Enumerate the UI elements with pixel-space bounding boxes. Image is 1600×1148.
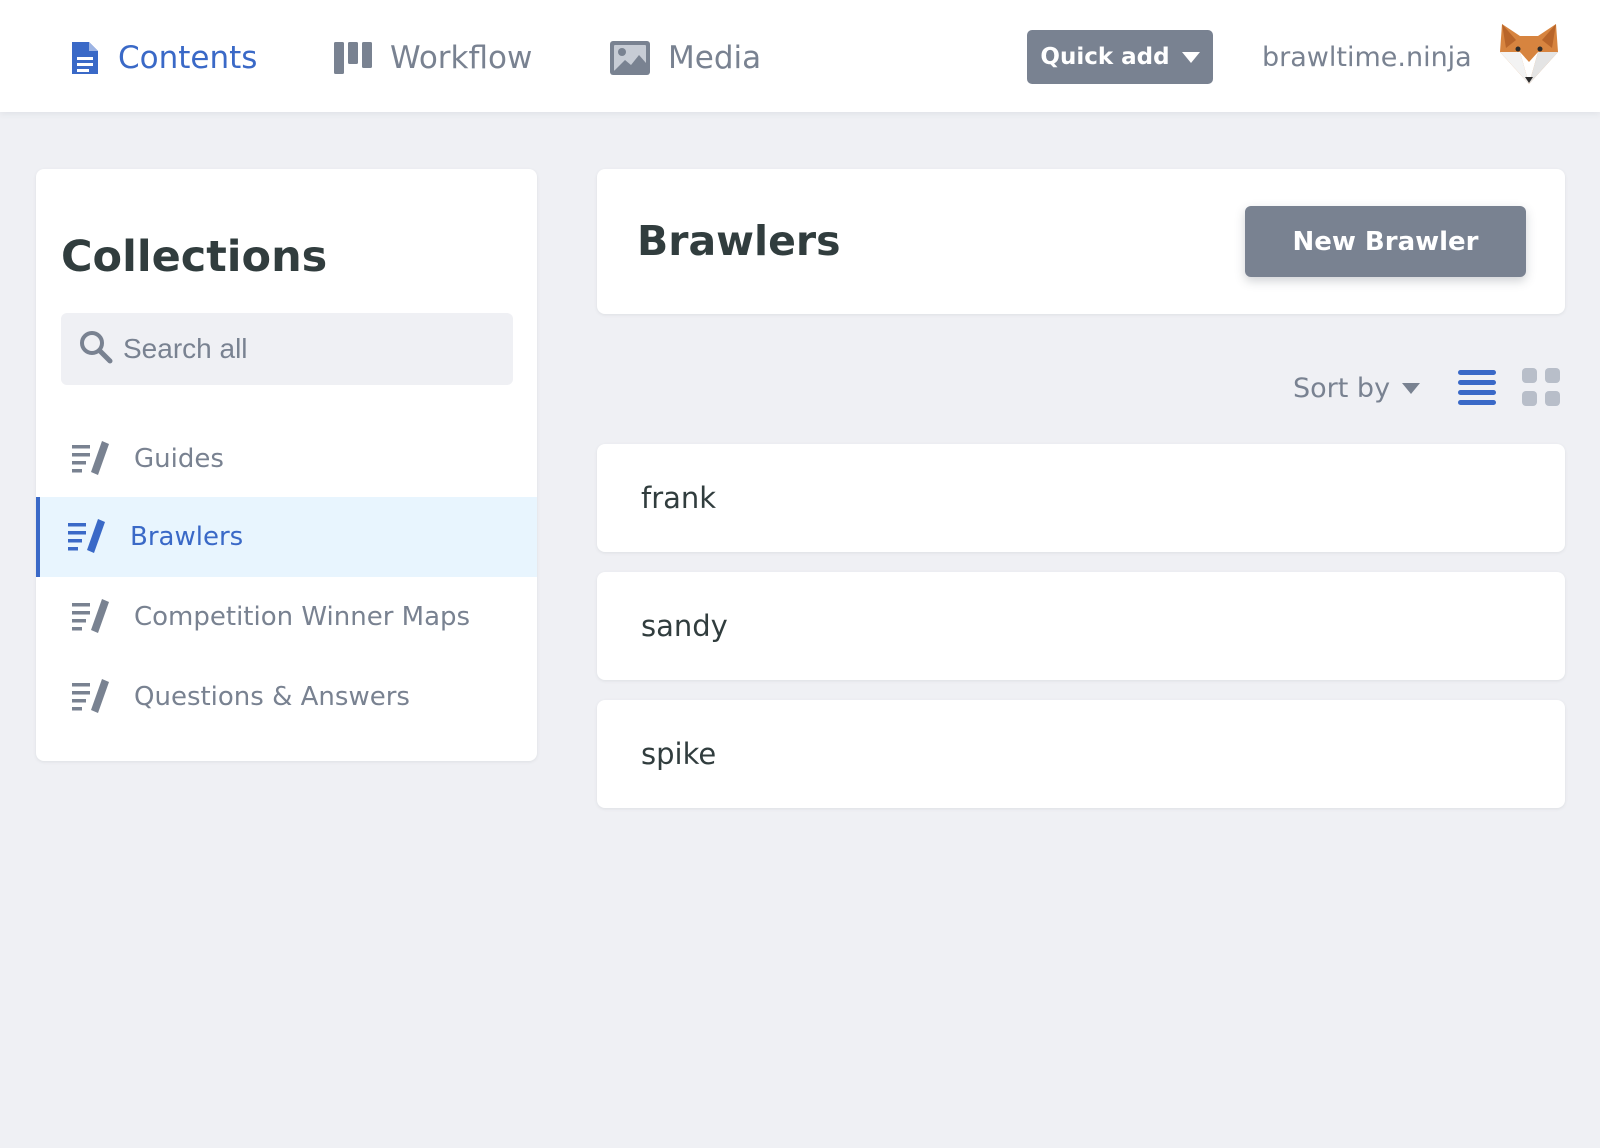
workflow-icon [334, 42, 372, 74]
nav-media-label: Media [668, 40, 762, 76]
sort-by-label: Sort by [1293, 372, 1391, 404]
collection-icon [72, 441, 110, 477]
grid-view-icon[interactable] [1522, 368, 1560, 406]
collection-icon [72, 679, 110, 715]
site-link[interactable]: brawltime.ninja [1262, 40, 1472, 76]
nav-media[interactable]: Media [610, 34, 761, 82]
sidebar-item-brawlers[interactable]: Brawlers [36, 497, 537, 577]
chevron-down-icon [1181, 51, 1200, 63]
sidebar-item-label: Questions & Answers [134, 682, 410, 712]
list-item[interactable]: frank [597, 444, 1565, 552]
list-item[interactable]: sandy [597, 572, 1565, 680]
new-brawler-button[interactable]: New Brawler [1245, 206, 1526, 277]
search-box[interactable] [61, 313, 513, 385]
sidebar-item-label: Competition Winner Maps [134, 602, 471, 632]
nav-workflow-label: Workflow [390, 40, 533, 76]
sort-by-dropdown[interactable]: Sort by [1293, 368, 1421, 408]
nav-contents-label: Contents [118, 40, 258, 76]
search-icon [79, 330, 113, 368]
collections-sidebar: Collections Guides [36, 169, 537, 761]
list-item[interactable]: spike [597, 700, 1565, 808]
quick-add-button[interactable]: Quick add [1027, 30, 1213, 84]
page-title: Brawlers [637, 217, 841, 265]
sidebar-item-label: Brawlers [130, 522, 244, 552]
fox-avatar-icon[interactable] [1498, 22, 1560, 86]
collections-title: Collections [61, 232, 328, 282]
sidebar-item-label: Guides [134, 444, 224, 474]
nav-contents[interactable]: Contents [70, 34, 257, 82]
search-input[interactable] [123, 333, 503, 365]
list-view-icon[interactable] [1458, 368, 1496, 406]
sidebar-item-questions-answers[interactable]: Questions & Answers [36, 657, 537, 737]
sidebar-item-guides[interactable]: Guides [36, 419, 537, 499]
collection-icon [68, 519, 106, 555]
nav-workflow[interactable]: Workflow [334, 34, 532, 82]
quick-add-label: Quick add [1040, 44, 1170, 70]
chevron-down-icon [1402, 382, 1421, 394]
document-icon [70, 40, 100, 76]
collection-header: Brawlers New Brawler [597, 169, 1565, 314]
sidebar-item-competition-winner-maps[interactable]: Competition Winner Maps [36, 577, 537, 657]
top-navigation-bar: Contents Workflow Media Quick add brawlt… [0, 0, 1600, 112]
image-icon [610, 41, 650, 75]
collection-icon [72, 599, 110, 635]
